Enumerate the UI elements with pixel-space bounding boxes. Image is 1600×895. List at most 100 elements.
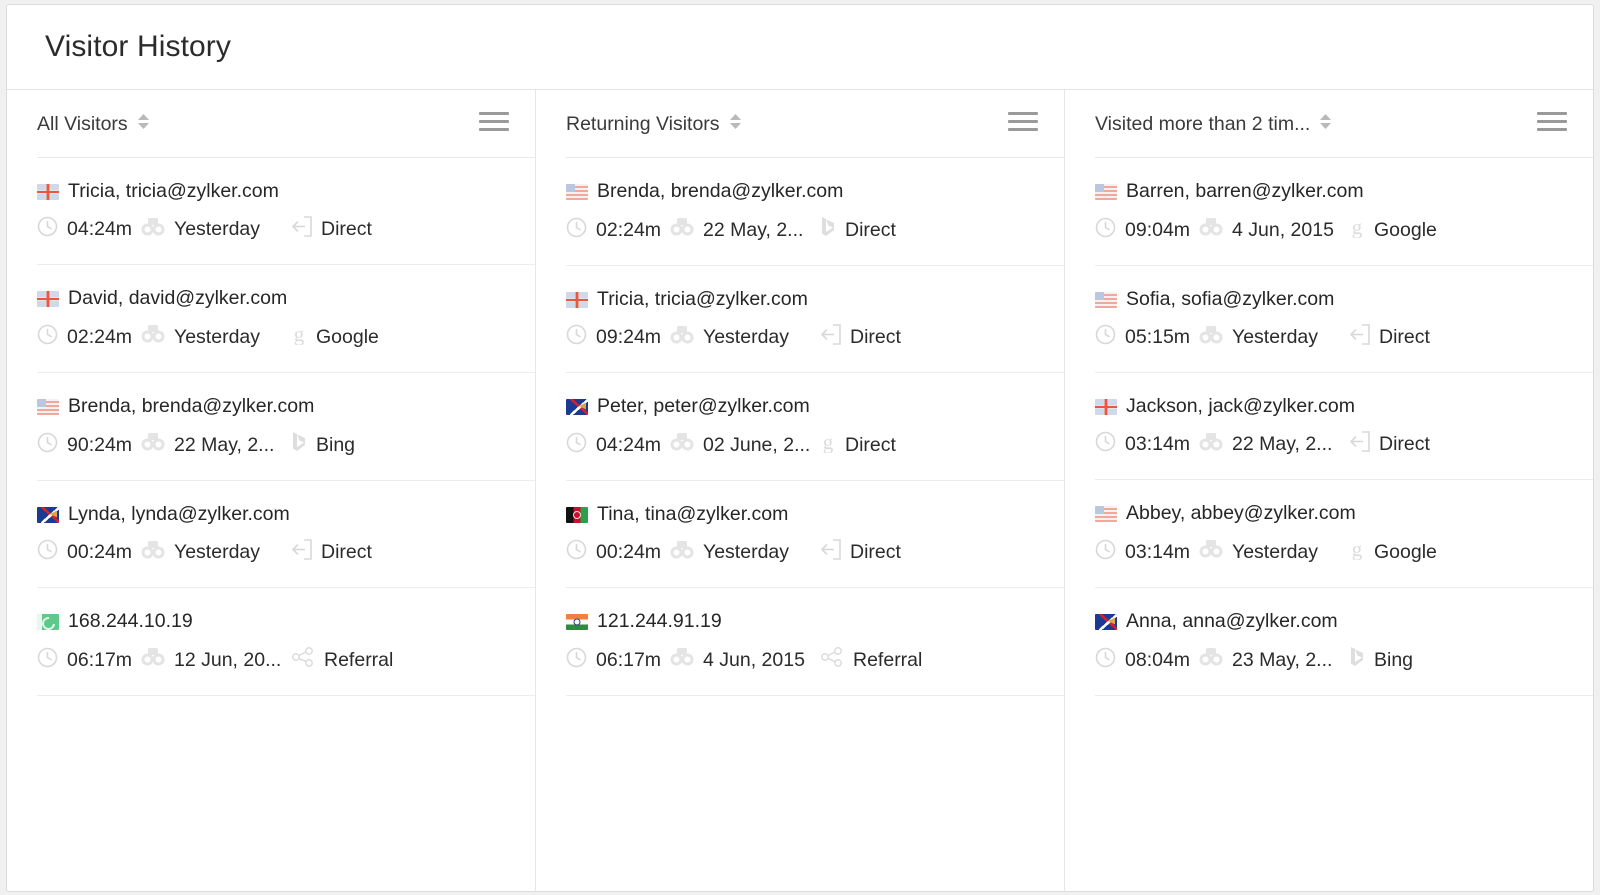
country-flag-icon: [37, 614, 59, 630]
direct-icon: [1349, 324, 1370, 351]
referral-icon: [291, 646, 315, 674]
visitor-meta-line: 04:24mYesterdayDirect: [37, 216, 535, 243]
sort-updown-icon[interactable]: [729, 113, 742, 135]
visit-duration-value: 00:24m: [596, 541, 661, 564]
visitor-identity-line: Lynda, lynda@zylker.com: [37, 503, 535, 526]
visit-duration-value: 04:24m: [596, 434, 661, 457]
clock-icon: [566, 324, 587, 345]
svg-text:g: g: [1352, 538, 1363, 560]
hamburger-menu-icon[interactable]: [1008, 111, 1038, 138]
traffic-source-value: Direct: [321, 218, 372, 241]
visitor-identity-line: Sofia, sofia@zylker.com: [1095, 288, 1593, 311]
visitor-row[interactable]: Sofia, sofia@zylker.com05:15mYesterdayDi…: [1095, 266, 1593, 373]
visitor-row[interactable]: David, david@zylker.com 02:24m Yesterday gG…: [37, 265, 535, 373]
hamburger-menu-icon[interactable]: [479, 111, 509, 138]
traffic-source: Direct: [820, 539, 901, 566]
visit-duration: 00:24m: [37, 539, 141, 566]
hamburger-menu-icon[interactable]: [1008, 111, 1038, 133]
visitor-row[interactable]: Brenda, brenda@zylker.com90:24m22 May, 2…: [37, 373, 535, 481]
column-title: All Visitors: [37, 113, 128, 136]
country-flag-icon: [1095, 184, 1117, 200]
country-flag-icon: [37, 291, 59, 307]
header-divider: [566, 157, 1064, 158]
share-icon: [291, 646, 315, 668]
visitor-row[interactable]: Brenda, brenda@zylker.com02:24m22 May, 2…: [566, 158, 1064, 266]
google-icon: g: [1349, 538, 1365, 566]
visit-duration: 09:04m: [1095, 217, 1199, 244]
clock-icon: [37, 324, 58, 345]
traffic-source-value: Direct: [845, 434, 896, 457]
visitor-identity: David, david@zylker.com: [68, 287, 287, 310]
sort-updown-icon[interactable]: [1319, 113, 1332, 135]
country-flag-icon: [566, 507, 588, 523]
binoculars-icon: [1199, 325, 1223, 351]
visitor-row[interactable]: 168.244.10.1906:17m12 Jun, 20...Referral: [37, 588, 535, 696]
clock-icon: [1095, 647, 1116, 674]
visitor-meta-line: 02:24m Yesterday g Google: [37, 323, 535, 351]
binoculars-icon: [670, 432, 694, 458]
country-flag-icon: [1095, 399, 1117, 415]
visitor-identity-line: Tina, tina@zylker.com: [566, 503, 1064, 526]
visit-date: 02 June, 2...: [670, 432, 820, 458]
visitor-identity-line: David, david@zylker.com: [37, 287, 535, 310]
traffic-source: g Google: [291, 323, 379, 351]
visitor-identity-line: Jackson, jack@zylker.com: [1095, 395, 1593, 418]
visit-date: Yesterday: [670, 540, 820, 566]
hamburger-menu-icon[interactable]: [1537, 111, 1567, 133]
visitor-row[interactable]: Tina, tina@zylker.com 00:24m Yesterday Dire…: [566, 481, 1064, 588]
sort-updown-icon[interactable]: [1319, 113, 1332, 130]
visit-date: 22 May, 2...: [141, 432, 291, 458]
clock-icon: [37, 539, 58, 560]
bing-icon: [1349, 646, 1365, 674]
google-icon: g: [291, 323, 307, 351]
binoculars-icon: [1199, 432, 1223, 458]
column-title-group[interactable]: Returning Visitors: [566, 113, 1008, 136]
visitor-row[interactable]: Tricia, tricia@zylker.com04:24mYesterday…: [37, 158, 535, 265]
visitor-row[interactable]: Abbey, abbey@zylker.com03:14mYesterdaygG…: [1095, 480, 1593, 588]
clock-icon: [566, 432, 587, 459]
visitor-meta-line: 90:24m22 May, 2...Bing: [37, 431, 535, 459]
traffic-source-value: Google: [316, 326, 379, 349]
visitor-row[interactable]: Jackson, jack@zylker.com 03:14m22 May, 2.…: [1095, 373, 1593, 480]
traffic-source-value: Direct: [1379, 433, 1430, 456]
google-icon: g: [291, 323, 307, 345]
sort-updown-icon[interactable]: [137, 113, 150, 135]
visitor-row[interactable]: Peter, peter@zylker.com04:24m02 June, 2.…: [566, 373, 1064, 481]
visitor-identity: Abbey, abbey@zylker.com: [1126, 502, 1356, 525]
column-title-group[interactable]: All Visitors: [37, 113, 479, 136]
hamburger-menu-icon[interactable]: [479, 111, 509, 133]
visit-date-value: Yesterday: [174, 326, 260, 349]
column-title-group[interactable]: Visited more than 2 tim...: [1095, 113, 1537, 136]
visit-duration-value: 06:17m: [67, 649, 132, 672]
clock-icon: [1095, 539, 1116, 560]
visit-duration-value: 02:24m: [67, 326, 132, 349]
visit-duration: 06:17m: [566, 647, 670, 674]
binoculars-icon: [670, 217, 694, 237]
sort-updown-icon[interactable]: [137, 113, 150, 130]
traffic-source: gDirect: [820, 431, 896, 459]
direct-icon: [291, 539, 312, 566]
visitor-row[interactable]: 121.244.91.1906:17m4 Jun, 2015Referral: [566, 588, 1064, 696]
column-title: Visited more than 2 tim...: [1095, 113, 1310, 136]
visit-duration-value: 90:24m: [67, 434, 132, 457]
visitor-meta-line: 03:14m22 May, 2...Direct: [1095, 431, 1593, 458]
visitor-identity: Sofia, sofia@zylker.com: [1126, 288, 1334, 311]
visitor-row[interactable]: Tricia, tricia@zylker.com09:24mYesterday…: [566, 266, 1064, 373]
traffic-source-value: Direct: [850, 541, 901, 564]
visit-duration: 04:24m: [566, 432, 670, 459]
hamburger-menu-icon[interactable]: [1537, 111, 1567, 138]
google-icon: g: [1349, 216, 1365, 238]
visit-date: Yesterday: [1199, 325, 1349, 351]
visit-date-value: 02 June, 2...: [703, 434, 810, 457]
visit-date: 22 May, 2...: [670, 217, 820, 243]
binoculars-icon: [1199, 325, 1223, 345]
sort-updown-icon[interactable]: [729, 113, 742, 130]
visitor-identity-line: 168.244.10.19: [37, 610, 535, 633]
clock-icon: [566, 432, 587, 453]
visitor-row[interactable]: Lynda, lynda@zylker.com00:24mYesterdayDi…: [37, 481, 535, 588]
visit-date-value: Yesterday: [1232, 541, 1318, 564]
visitor-list: Brenda, brenda@zylker.com02:24m22 May, 2…: [536, 158, 1064, 696]
visitor-row[interactable]: Anna, anna@zylker.com08:04m23 May, 2...B…: [1095, 588, 1593, 696]
visitor-row[interactable]: Barren, barren@zylker.com09:04m4 Jun, 20…: [1095, 158, 1593, 266]
clock-icon: [37, 432, 58, 459]
